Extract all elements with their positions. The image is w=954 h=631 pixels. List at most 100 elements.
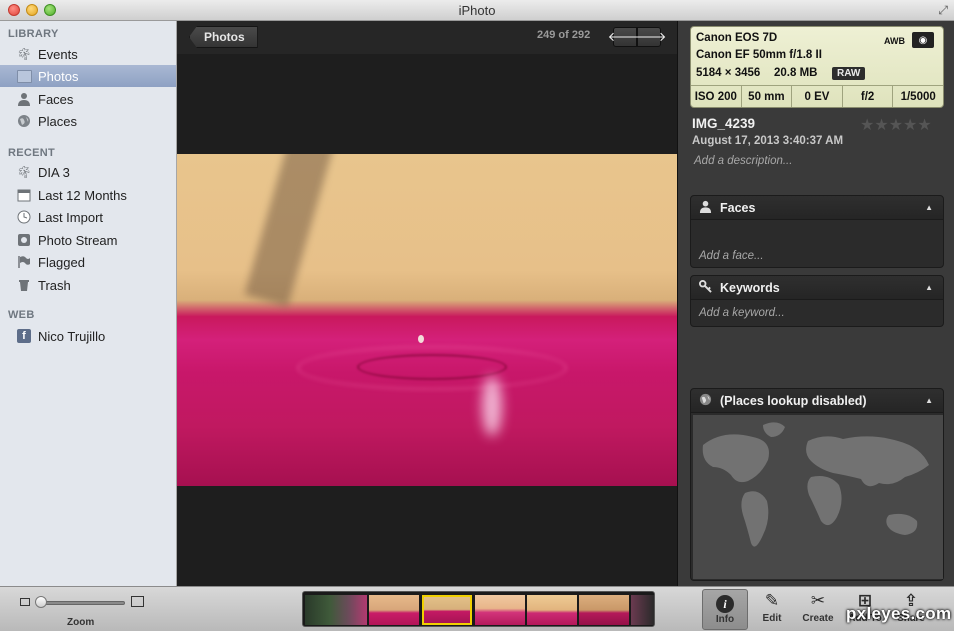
photo-title[interactable]: IMG_4239 — [692, 116, 755, 131]
filmstrip-thumbnail[interactable] — [527, 595, 577, 625]
sidebar-item-label: Events — [38, 46, 78, 62]
filmstrip-thumbnail[interactable] — [305, 595, 367, 625]
photo-date: August 17, 2013 3:40:37 AM — [692, 135, 844, 147]
sidebar-item-places[interactable]: Places — [0, 110, 176, 132]
sidebar-item-faces[interactable]: Faces — [0, 88, 176, 110]
image-dimensions: 5184 × 3456 — [696, 67, 761, 79]
photo-counter: 249 of 292 — [537, 29, 591, 41]
zoom-slider[interactable] — [38, 601, 125, 605]
lens-model: Canon EF 50mm f/1.8 II — [696, 49, 822, 61]
palm-tree-icon: 🌴︎ — [16, 165, 32, 179]
filmstrip-thumbnail[interactable] — [631, 595, 654, 625]
faces-panel-title: Faces — [720, 200, 756, 215]
sidebar-item-photo-stream[interactable]: Photo Stream — [0, 229, 176, 251]
places-panel: (Places lookup disabled) ▲ — [690, 388, 944, 581]
filmstrip-thumbnail[interactable] — [579, 595, 629, 625]
create-icon: ✂ — [810, 591, 826, 610]
sidebar-item-label: Flagged — [38, 254, 85, 270]
sidebar-header-recent: RECENT — [8, 147, 56, 159]
description-field[interactable]: Add a description... — [694, 155, 792, 167]
filmstrip-thumbnail[interactable] — [369, 595, 419, 625]
sidebar-item-label: Nico Trujillo — [38, 328, 106, 344]
photo-viewer: Photos 249 of 292 🡐 🡒 — [177, 21, 677, 586]
keywords-panel: Keywords ▲ Add a keyword... — [690, 275, 944, 327]
edit-button-label: Edit — [762, 613, 782, 624]
photo-stream-icon — [16, 232, 32, 248]
window-title: iPhoto — [458, 3, 496, 18]
zoom-slider-knob[interactable] — [35, 596, 47, 608]
create-button[interactable]: ✂ Create — [795, 589, 841, 630]
person-icon — [16, 91, 32, 107]
add-face-field[interactable]: Add a face... — [699, 250, 764, 262]
add-keyword-field[interactable]: Add a keyword... — [699, 307, 785, 319]
trash-icon — [16, 277, 32, 293]
back-to-photos-button[interactable]: Photos — [189, 26, 258, 48]
sidebar-item-label: Photos — [38, 68, 79, 84]
info-panel: Canon EOS 7D Canon EF 50mm f/1.8 II 5184… — [677, 21, 954, 586]
arrow-right-icon: 🡒 — [631, 29, 667, 44]
iso-value: ISO 200 — [691, 86, 742, 107]
main-photo[interactable] — [177, 154, 677, 486]
raw-badge: RAW — [832, 67, 866, 80]
collapse-triangle-icon[interactable]: ▲ — [925, 396, 933, 405]
sidebar-header-library: LIBRARY — [8, 28, 59, 40]
sidebar-item-events[interactable]: 🌴︎ Events — [0, 43, 176, 65]
aperture-value: f/2 — [843, 86, 894, 107]
places-panel-header[interactable]: (Places lookup disabled) ▲ — [691, 389, 943, 413]
star-rating[interactable]: ★★★★★ — [860, 115, 932, 135]
info-icon: i — [716, 595, 734, 613]
collapse-triangle-icon[interactable]: ▲ — [925, 283, 933, 292]
collapse-triangle-icon[interactable]: ▲ — [925, 203, 933, 212]
next-photo-button[interactable]: 🡒 — [632, 27, 666, 47]
clock-icon — [16, 209, 32, 225]
sidebar-item-flagged[interactable]: Flagged — [0, 251, 176, 273]
world-map[interactable] — [693, 415, 943, 579]
file-size: 20.8 MB — [774, 67, 818, 79]
sidebar-item-dia-3[interactable]: 🌴︎ DIA 3 — [0, 161, 176, 183]
fullscreen-icon[interactable]: ⤢ — [938, 3, 948, 18]
keywords-panel-title: Keywords — [720, 280, 780, 295]
sidebar-item-last-import[interactable]: Last Import — [0, 206, 176, 228]
bottom-toolbar: Zoom i Info ✎ Edit ✂ Create ⊞ Add To ⇪ S… — [0, 586, 954, 631]
sidebar-item-trash[interactable]: Trash — [0, 274, 176, 296]
sidebar: LIBRARY 🌴︎ Events Photos Faces Places RE… — [0, 21, 177, 586]
sidebar-item-label: Last 12 Months — [38, 187, 127, 203]
sidebar-item-label: Photo Stream — [38, 232, 118, 248]
zoom-small-icon[interactable] — [20, 598, 30, 606]
create-button-label: Create — [802, 613, 834, 624]
filmstrip-thumbnail-current[interactable] — [422, 595, 472, 625]
person-icon — [699, 200, 712, 216]
title-bar: iPhoto ⤢ — [0, 0, 954, 21]
photos-icon — [16, 68, 32, 84]
filmstrip[interactable] — [302, 591, 655, 627]
keywords-panel-header[interactable]: Keywords ▲ — [691, 276, 943, 300]
faces-panel: Faces ▲ Add a face... — [690, 195, 944, 268]
places-panel-title: (Places lookup disabled) — [720, 393, 867, 408]
faces-panel-header[interactable]: Faces ▲ — [691, 196, 943, 220]
globe-icon — [699, 393, 712, 409]
flag-icon — [16, 254, 32, 270]
sidebar-item-photos[interactable]: Photos — [0, 65, 176, 87]
sidebar-item-label: Faces — [38, 91, 74, 107]
camera-icon: ◉ — [912, 32, 934, 48]
calendar-icon — [16, 187, 32, 203]
viewer-toolbar: Photos 249 of 292 🡐 🡒 — [177, 21, 677, 54]
sidebar-item-last-12-months[interactable]: Last 12 Months — [0, 184, 176, 206]
sidebar-item-label: Last Import — [38, 209, 104, 225]
zoom-large-icon[interactable] — [131, 596, 144, 607]
focal-length: 50 mm — [742, 86, 793, 107]
facebook-icon: f — [16, 328, 32, 344]
filmstrip-thumbnail[interactable] — [475, 595, 525, 625]
info-button-label: Info — [715, 614, 735, 625]
sidebar-item-label: Trash — [38, 277, 71, 293]
info-button[interactable]: i Info — [702, 589, 748, 630]
pencil-icon: ✎ — [764, 591, 780, 610]
sidebar-item-nico-trujillo[interactable]: f Nico Trujillo — [0, 325, 176, 347]
palm-tree-icon: 🌴︎ — [16, 47, 32, 61]
awb-label: AWB — [884, 36, 905, 46]
shutter-speed: 1/5000 — [900, 90, 936, 103]
globe-icon — [16, 113, 32, 129]
edit-button[interactable]: ✎ Edit — [749, 589, 795, 630]
sidebar-item-label: Places — [38, 113, 78, 129]
sidebar-header-web: WEB — [8, 309, 35, 321]
